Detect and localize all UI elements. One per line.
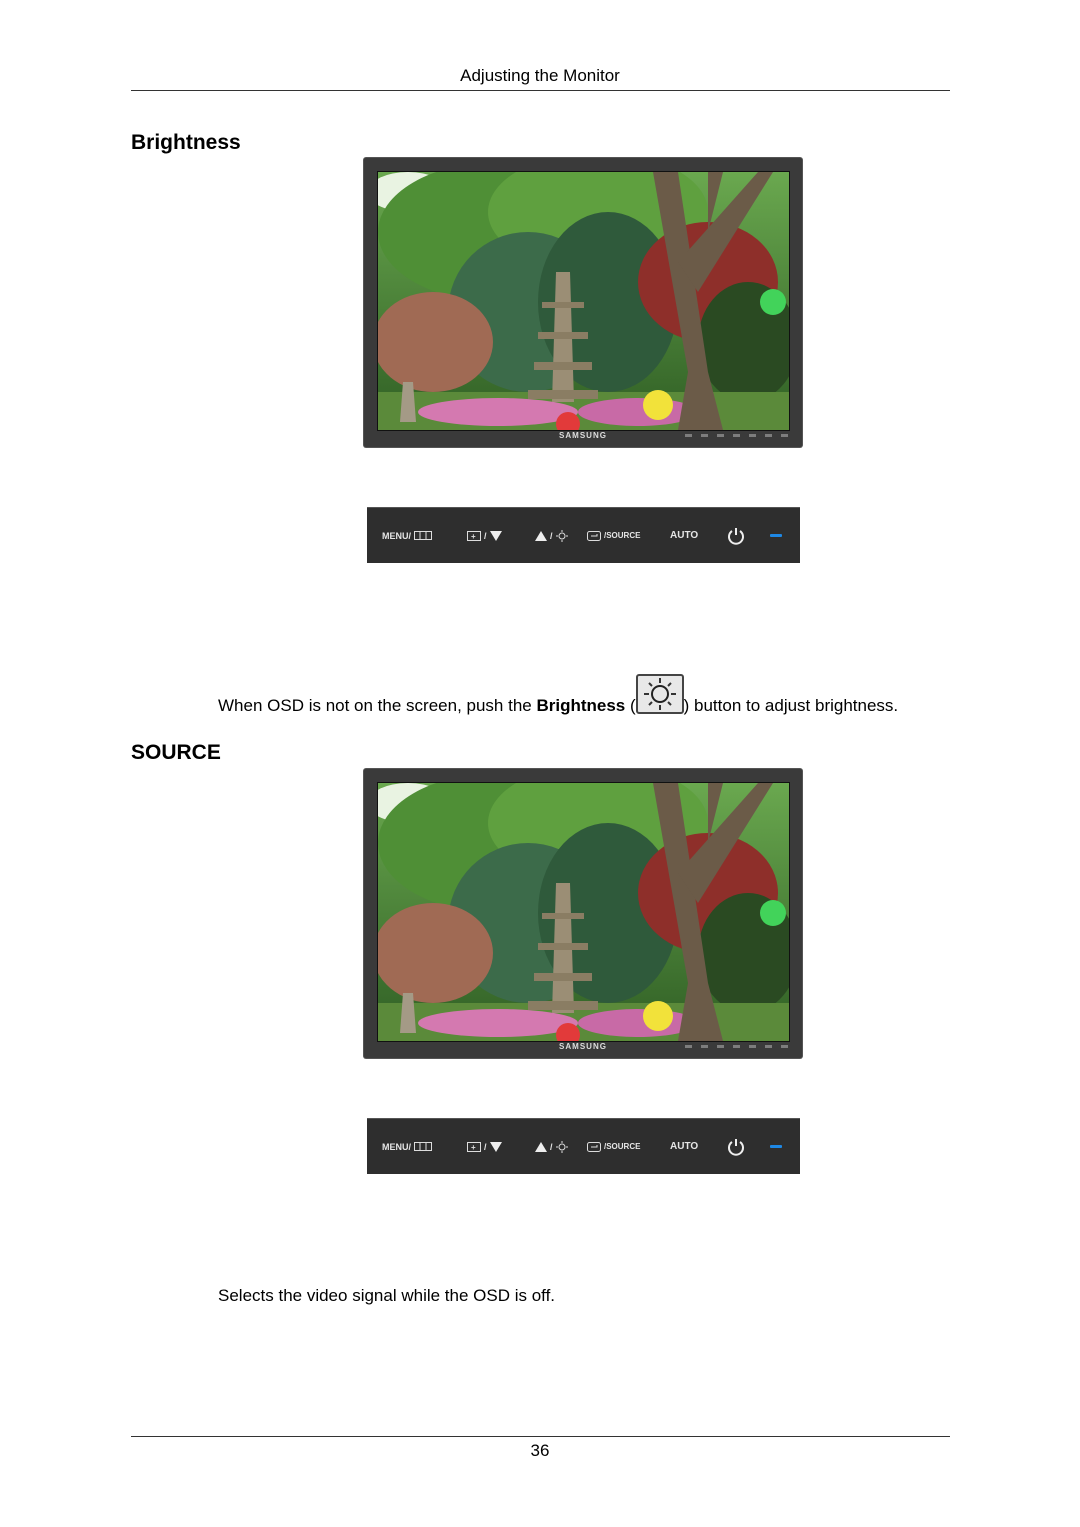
up-arrow-icon (535, 530, 547, 541)
menu-grid-icon (414, 531, 432, 540)
down-arrow-icon (489, 1141, 502, 1152)
separator: / (550, 530, 553, 541)
power-led (770, 508, 782, 563)
bezel-buttons (685, 1045, 788, 1048)
brightness-description: When OSD is not on the screen, push the … (218, 674, 899, 716)
footer-rule (131, 1436, 950, 1437)
up-brightness-button[interactable]: / (535, 508, 568, 563)
brightness-icon (555, 529, 568, 542)
page-number: 36 (530, 1441, 550, 1460)
section-heading-source: SOURCE (131, 741, 221, 764)
svg-text:+: + (471, 1143, 476, 1152)
running-header: Adjusting the Monitor (460, 66, 620, 85)
section-heading-brightness: Brightness (131, 131, 241, 154)
menu-button[interactable]: MENU/ (382, 1119, 432, 1174)
power-led-icon (770, 1145, 782, 1148)
separator: / (550, 1141, 553, 1152)
input-down-button[interactable]: + / (467, 508, 502, 563)
menu-label: MENU/ (382, 1141, 411, 1152)
source-button[interactable]: /SOURCE (587, 1119, 640, 1174)
separator: / (484, 1141, 487, 1152)
enter-icon (587, 1141, 601, 1152)
menu-label: MENU/ (382, 530, 411, 541)
source-label: /SOURCE (604, 1142, 641, 1151)
bezel-buttons (685, 434, 788, 437)
power-button[interactable] (727, 1119, 745, 1174)
source-description: Selects the video signal while the OSD i… (218, 1286, 556, 1305)
enter-icon (587, 530, 601, 541)
menu-grid-icon (414, 1142, 432, 1151)
source-label: /SOURCE (604, 531, 641, 540)
monitor-illustration: SAMSUNG (364, 158, 802, 447)
desc-bold: Brightness (536, 696, 626, 715)
paren: ( (625, 696, 636, 715)
desc-text: ) button to adjust brightness. (683, 696, 899, 715)
desc-text: When OSD is not on the screen, push the (218, 696, 537, 715)
monitor-screen-image (377, 171, 790, 431)
power-button[interactable] (727, 508, 745, 563)
auto-label: AUTO (670, 530, 699, 541)
down-arrow-icon (489, 530, 502, 541)
up-arrow-icon (535, 1141, 547, 1152)
monitor-screen-image (377, 782, 790, 1042)
brightness-icon (555, 1140, 568, 1153)
svg-text:+: + (471, 532, 476, 541)
source-button[interactable]: /SOURCE (587, 508, 640, 563)
control-panel-strip: MENU/ + / / /SOURCE AUTO (367, 1118, 800, 1174)
up-brightness-button[interactable]: / (535, 1119, 568, 1174)
input-icon: + (467, 1141, 481, 1152)
input-icon: + (467, 530, 481, 541)
menu-button[interactable]: MENU/ (382, 508, 432, 563)
monitor-illustration: SAMSUNG (364, 769, 802, 1058)
power-icon (728, 1138, 744, 1156)
auto-button[interactable]: AUTO (670, 1119, 698, 1174)
separator: / (484, 530, 487, 541)
input-down-button[interactable]: + / (467, 1119, 502, 1174)
auto-label: AUTO (670, 1141, 699, 1152)
power-led (770, 1119, 782, 1174)
brightness-sun-icon (635, 674, 684, 714)
auto-button[interactable]: AUTO (670, 508, 698, 563)
power-led-icon (770, 534, 782, 537)
power-icon (728, 527, 744, 545)
header-rule (131, 90, 950, 91)
control-panel-strip: MENU/ + / / /SOURCE AUTO (367, 507, 800, 563)
